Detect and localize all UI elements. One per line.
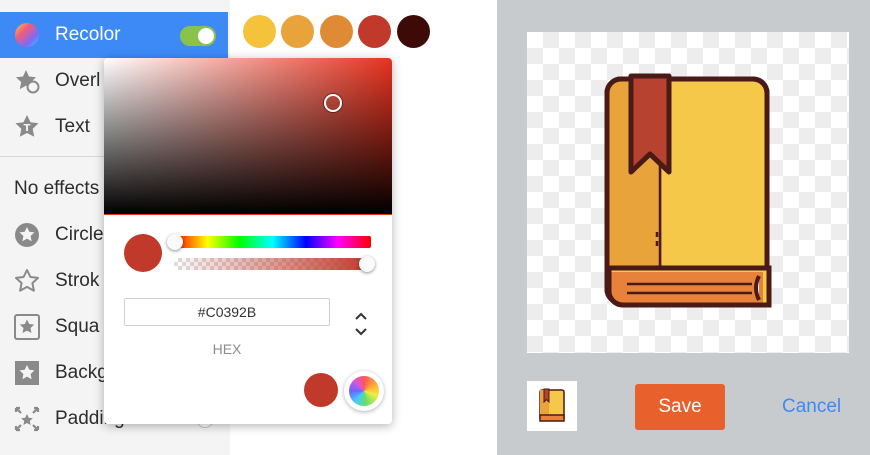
text-star-icon: T xyxy=(14,114,40,140)
saturation-handle[interactable] xyxy=(324,94,342,112)
cancel-button[interactable]: Cancel xyxy=(782,396,841,418)
hue-slider-handle[interactable] xyxy=(167,234,183,250)
sidebar-item-label: Strok xyxy=(55,270,100,291)
recolor-toggle[interactable] xyxy=(180,26,216,46)
book-icon xyxy=(539,388,565,422)
star-square-icon xyxy=(14,314,40,340)
sidebar-item-recolor[interactable]: Recolor xyxy=(0,12,228,58)
sidebar-item-label: Recolor xyxy=(55,24,121,45)
color-wheel-button[interactable] xyxy=(344,371,384,411)
star-overlay-icon xyxy=(14,68,40,94)
current-color-preview xyxy=(124,234,162,272)
padding-arrows-icon xyxy=(14,406,40,432)
sidebar-item-label: Circle xyxy=(55,224,104,245)
hex-input[interactable]: #C0392B xyxy=(124,298,330,326)
section-label: No effects xyxy=(14,178,100,199)
color-picker-popup: #C0392B HEX xyxy=(104,58,392,424)
image-thumbnail[interactable] xyxy=(527,381,577,431)
sidebar-item-label: Squa xyxy=(55,316,100,337)
mode-toggle-arrows-icon[interactable] xyxy=(354,310,368,338)
hue-slider[interactable] xyxy=(174,236,371,248)
color-wheel-icon xyxy=(14,22,40,48)
saturation-brightness-area[interactable] xyxy=(104,58,392,215)
alpha-slider-handle[interactable] xyxy=(359,256,375,272)
save-button[interactable]: Save xyxy=(635,384,725,430)
color-swatch[interactable] xyxy=(320,15,353,48)
color-swatch[interactable] xyxy=(358,15,391,48)
hex-mode-label: HEX xyxy=(212,341,242,357)
star-background-icon xyxy=(14,360,40,386)
preview-canvas xyxy=(527,32,849,353)
preview-panel: Save Cancel xyxy=(497,0,870,455)
color-wheel-icon xyxy=(349,376,379,406)
color-swatch[interactable] xyxy=(281,15,314,48)
sidebar-item-label: Text xyxy=(55,116,90,137)
recent-color-swatch[interactable] xyxy=(304,373,338,407)
star-circle-icon xyxy=(14,222,40,248)
book-icon xyxy=(604,73,772,308)
color-swatch[interactable] xyxy=(397,15,430,48)
svg-text:T: T xyxy=(24,123,31,134)
star-outline-icon xyxy=(14,268,40,294)
sidebar-item-label: Overl xyxy=(55,70,101,91)
alpha-slider[interactable] xyxy=(174,258,371,270)
color-swatch[interactable] xyxy=(243,15,276,48)
sidebar-item-label: Backg xyxy=(55,362,108,383)
